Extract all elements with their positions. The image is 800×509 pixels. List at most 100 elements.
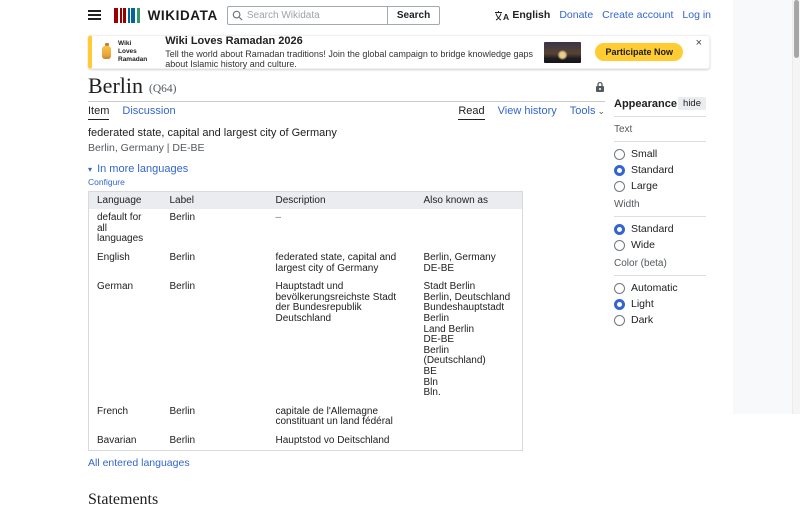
column-header-description: Description — [268, 192, 416, 210]
alias: Berlin (Deutschland) — [424, 346, 515, 367]
radio-label: Wide — [631, 239, 655, 251]
entity-id: (Q64) — [149, 83, 176, 98]
radio-icon[interactable] — [614, 240, 625, 251]
header-link-create-account[interactable]: Create account — [602, 9, 673, 21]
svg-text:A: A — [503, 12, 509, 21]
radio-option-color-beta-automatic[interactable]: Automatic — [614, 282, 706, 294]
radio-icon[interactable] — [614, 283, 625, 294]
entity-description: federated state, capital and largest cit… — [88, 127, 605, 139]
tab-item[interactable]: Item — [88, 105, 109, 120]
cell-label: Berlin — [162, 209, 268, 249]
header-link-log-in[interactable]: Log in — [682, 9, 711, 21]
table-row-bavarian: BavarianBerlinHauptstod vo Deitschland — [89, 432, 523, 451]
wikidata-logo[interactable]: WIKIDATA — [114, 8, 218, 23]
cell-language: French — [89, 403, 162, 432]
table-row-french: FrenchBerlincapitale de l'Allemagne cons… — [89, 403, 523, 432]
appearance-options-width: Standard Wide — [614, 223, 706, 251]
campaign-title: Wiki Loves Ramadan 2026 — [165, 35, 538, 47]
scrollbar-thumb[interactable] — [794, 0, 799, 58]
appearance-section-label-color-beta: Color (beta) — [614, 258, 706, 269]
tab-tools[interactable]: Tools⌄ — [570, 105, 605, 120]
radio-label: Automatic — [631, 282, 678, 294]
radio-selected-icon[interactable] — [614, 165, 625, 176]
entity-subline: Berlin, Germany | DE-BE — [88, 142, 605, 154]
radio-option-width-wide[interactable]: Wide — [614, 239, 706, 251]
alias: DE-BE — [424, 264, 515, 275]
cell-label: Berlin — [162, 249, 268, 278]
alias: BE — [424, 367, 515, 378]
cell-also-known-as — [416, 403, 523, 432]
tabs-left: Item Discussion — [88, 105, 189, 120]
search-form: Search — [227, 6, 440, 25]
language-table: LanguageLabelDescriptionAlso known as de… — [88, 191, 523, 451]
radio-label: Light — [631, 298, 654, 310]
cell-label: Berlin — [162, 278, 268, 403]
cell-language: German — [89, 278, 162, 403]
radio-icon[interactable] — [614, 315, 625, 326]
alias: Bundeshauptstadt Berlin — [424, 303, 515, 324]
page-title: Berlin — [88, 74, 143, 98]
header-link-donate[interactable]: Donate — [559, 9, 593, 21]
configure-link[interactable]: Configure — [88, 177, 605, 187]
cell-label: Berlin — [162, 403, 268, 432]
statements-heading: Statements — [88, 491, 605, 509]
cell-also-known-as: Stadt BerlinBerlin, DeutschlandBundeshau… — [416, 278, 523, 403]
tab-discussion[interactable]: Discussion — [122, 105, 175, 120]
tab-view-history[interactable]: View history — [498, 105, 557, 120]
appearance-options-color-beta: Automatic Light Dark — [614, 282, 706, 326]
tabs-right: Read View history Tools⌄ — [445, 105, 605, 120]
hide-appearance-button[interactable]: hide — [678, 97, 706, 110]
table-row-german: GermanBerlinHauptstadt und bevölkerungsr… — [89, 278, 523, 403]
radio-option-text-small[interactable]: Small — [614, 148, 706, 160]
cell-language: Bavarian — [89, 432, 162, 451]
alias: Bln. — [424, 388, 515, 399]
campaign-image — [544, 42, 581, 63]
search-button[interactable]: Search — [387, 6, 440, 25]
campaign-badge-line: Loves — [118, 48, 147, 56]
top-header: WIKIDATA Search A English Donate Create a… — [0, 0, 733, 30]
language-selector[interactable]: A English — [494, 9, 550, 21]
radio-icon[interactable] — [614, 149, 625, 160]
tab-read[interactable]: Read — [458, 105, 484, 120]
page-right-gutter — [733, 0, 792, 414]
radio-option-width-standard[interactable]: Standard — [614, 223, 706, 235]
radio-option-color-beta-dark[interactable]: Dark — [614, 314, 706, 326]
lock-icon — [595, 81, 605, 98]
search-icon — [232, 10, 243, 21]
cell-description: – — [268, 209, 416, 249]
radio-option-text-standard[interactable]: Standard — [614, 164, 706, 176]
appearance-sections: TextSmallStandardLargeWidthStandardWideC… — [614, 124, 706, 326]
close-icon[interactable]: × — [696, 38, 702, 49]
all-entered-languages-link[interactable]: All entered languages — [88, 457, 605, 469]
appearance-header: Appearance hide — [614, 97, 706, 110]
language-table-header-row: LanguageLabelDescriptionAlso known as — [89, 192, 523, 210]
campaign-badge-line: Ramadan — [118, 56, 147, 64]
wikidata-logo-text: WIKIDATA — [148, 8, 218, 23]
radio-label: Small — [631, 148, 657, 160]
table-row-english: EnglishBerlinfederated state, capital an… — [89, 249, 523, 278]
radio-selected-icon[interactable] — [614, 224, 625, 235]
radio-option-color-beta-light[interactable]: Light — [614, 298, 706, 310]
main-content: Berlin (Q64) Item Discussion Read View his… — [88, 74, 605, 509]
cell-language: English — [89, 249, 162, 278]
cell-also-known-as: Berlin, GermanyDE-BE — [416, 249, 523, 278]
campaign-subtitle: Tell the world about Ramadan traditions!… — [165, 49, 538, 69]
menu-icon[interactable] — [88, 8, 101, 23]
radio-icon[interactable] — [614, 181, 625, 192]
cell-description: federated state, capital and largest cit… — [268, 249, 416, 278]
appearance-panel: Appearance hide TextSmallStandardLargeWi… — [614, 97, 706, 330]
search-input[interactable] — [247, 10, 383, 21]
appearance-title: Appearance — [614, 98, 677, 110]
column-header-also-known-as: Also known as — [416, 192, 523, 210]
language-table-body: default for all languagesBerlin–EnglishB… — [89, 209, 523, 451]
radio-selected-icon[interactable] — [614, 299, 625, 310]
scrollbar[interactable] — [792, 0, 800, 414]
participate-now-button[interactable]: Participate Now — [595, 43, 683, 61]
radio-option-text-large[interactable]: Large — [614, 180, 706, 192]
cell-description: Hauptstod vo Deitschland — [268, 432, 416, 451]
cell-description: Hauptstadt und bevölkerungsreichste Stad… — [268, 278, 416, 403]
search-box[interactable] — [227, 6, 387, 25]
language-selector-label: English — [512, 9, 550, 21]
in-more-languages-toggle[interactable]: ▾ In more languages — [88, 163, 605, 175]
column-header-label: Label — [162, 192, 268, 210]
